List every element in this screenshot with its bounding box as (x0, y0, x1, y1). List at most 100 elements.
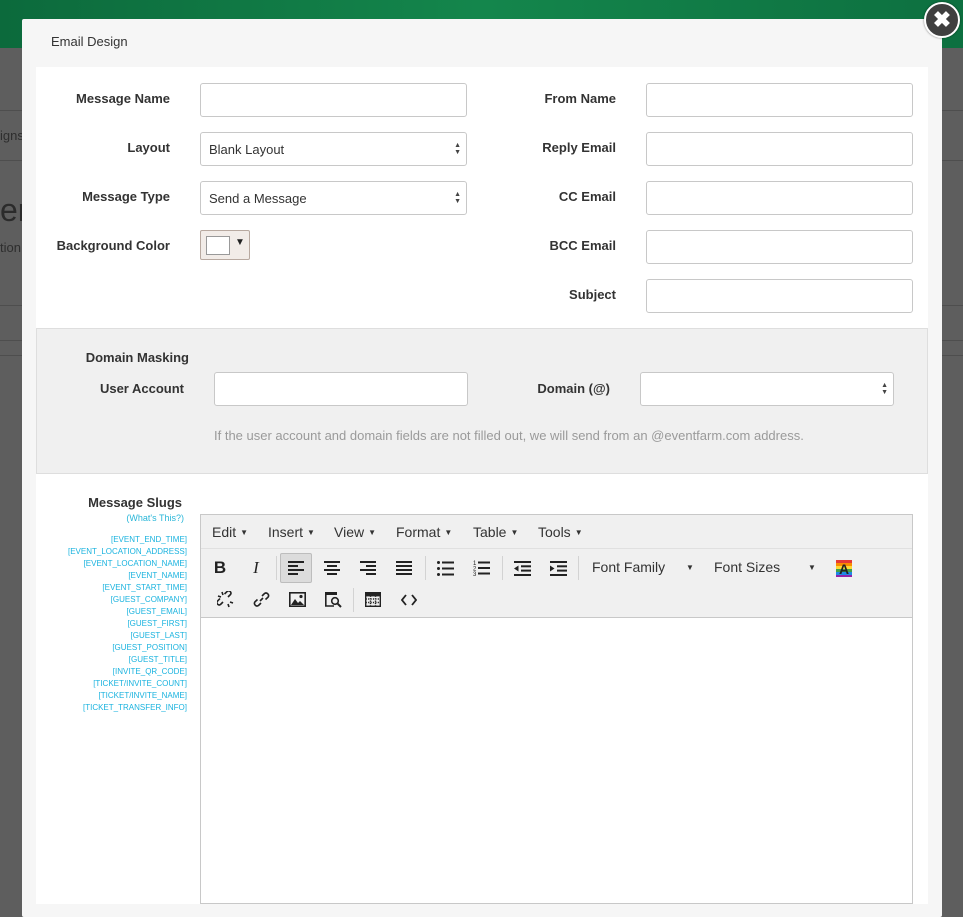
whats-this-link[interactable]: (What's This?) (36, 513, 184, 523)
align-justify-icon (396, 561, 412, 575)
message-name-label: Message Name (76, 91, 170, 106)
caret-down-icon: ▼ (307, 528, 315, 537)
slug-link[interactable]: [INVITE_QR_CODE] (36, 666, 187, 678)
italic-button[interactable]: I (240, 553, 272, 583)
menu-format[interactable]: Format ▼ (396, 524, 452, 540)
slug-link[interactable]: [GUEST_COMPANY] (36, 594, 187, 606)
toolbar-separator (578, 556, 579, 580)
caret-down-icon: ▼ (574, 528, 583, 537)
align-center-button[interactable] (316, 553, 348, 583)
align-left-button[interactable] (280, 553, 312, 583)
slug-link[interactable]: [GUEST_TITLE] (36, 654, 187, 666)
image-icon (288, 592, 306, 607)
slug-link[interactable]: [EVENT_START_TIME] (36, 582, 187, 594)
slug-link[interactable]: [EVENT_END_TIME] (36, 534, 187, 546)
insert-table-button[interactable] (357, 585, 389, 615)
outdent-button[interactable] (506, 553, 538, 583)
link-button[interactable] (245, 585, 277, 615)
align-justify-button[interactable] (388, 553, 420, 583)
subject-input[interactable] (646, 279, 913, 313)
reply-email-label: Reply Email (542, 140, 616, 155)
align-center-icon (324, 561, 340, 575)
cc-email-label: CC Email (558, 189, 616, 204)
caret-down-icon: ▼ (235, 237, 245, 248)
slug-link[interactable]: [TICKET/INVITE_NAME] (36, 690, 187, 702)
layout-select[interactable]: Blank Layout ▲ ▼ (200, 132, 467, 166)
menu-table[interactable]: Table ▼ (473, 524, 518, 540)
caret-down-icon: ▼ (808, 563, 816, 572)
message-body-panel: Message Slugs (What's This?) [EVENT_END_… (36, 474, 928, 904)
slug-link[interactable]: [GUEST_FIRST] (36, 618, 187, 630)
code-icon (401, 594, 417, 606)
caret-down-icon: ▼ (368, 528, 377, 537)
background-color-label: Background Color (56, 238, 170, 253)
font-sizes-select[interactable]: Font Sizes ▼ (714, 559, 824, 575)
email-design-modal: Email Design Message Name Layout Blank L… (22, 19, 942, 917)
unlink-button[interactable] (209, 585, 241, 615)
slug-link[interactable]: [TICKET_TRANSFER_INFO] (36, 702, 187, 714)
message-type-label: Message Type (82, 189, 170, 204)
svg-text:A: A (839, 561, 849, 577)
domain-masking-title: Domain Masking (85, 350, 189, 365)
close-modal-button[interactable]: ✖ (924, 2, 960, 38)
svg-text:3: 3 (473, 572, 477, 576)
slug-link[interactable]: [GUEST_POSITION] (36, 642, 187, 654)
caret-down-icon: ▼ (240, 528, 249, 537)
slug-link[interactable]: [EVENT_LOCATION_ADDRESS] (36, 546, 187, 558)
menu-insert[interactable]: Insert ▼ (268, 524, 315, 540)
numbered-list-icon: 123 (473, 561, 490, 576)
toolbar-separator (502, 556, 503, 580)
bcc-email-input[interactable] (646, 230, 913, 264)
menu-table-label: Table (473, 524, 507, 540)
cc-email-input[interactable] (646, 181, 913, 215)
message-type-select[interactable]: Send a Message ▲ ▼ (200, 181, 467, 215)
editor-content-area[interactable] (201, 619, 912, 903)
user-account-label: User Account (99, 381, 184, 396)
source-code-button[interactable] (393, 585, 425, 615)
font-family-select[interactable]: Font Family ▼ (592, 559, 702, 575)
slug-link[interactable]: [EVENT_LOCATION_NAME] (36, 558, 187, 570)
domain-masking-hint: If the user account and domain fields ar… (214, 428, 804, 443)
slug-link[interactable]: [EVENT_NAME] (36, 570, 187, 582)
menu-edit-label: Edit (212, 524, 237, 540)
email-settings-panel: Message Name Layout Blank Layout ▲ ▼ Mess… (36, 67, 928, 328)
background-color-picker[interactable]: ▼ (200, 230, 250, 260)
domain-select[interactable]: ▲ ▼ (640, 372, 894, 406)
layout-label: Layout (127, 140, 170, 155)
slug-link[interactable]: [GUEST_EMAIL] (36, 606, 187, 618)
close-icon: ✖ (932, 7, 952, 32)
menu-view[interactable]: View ▼ (334, 524, 376, 540)
slug-link[interactable]: [TICKET/INVITE_COUNT] (36, 678, 187, 690)
table-icon (365, 592, 381, 607)
preview-icon (324, 592, 342, 608)
indent-button[interactable] (542, 553, 574, 583)
numbered-list-button[interactable]: 123 (465, 553, 497, 583)
insert-image-button[interactable] (281, 585, 313, 615)
message-name-input[interactable] (200, 83, 467, 117)
select-arrows-icon: ▲ ▼ (881, 382, 888, 396)
bullet-list-icon (436, 561, 454, 576)
user-account-input[interactable] (214, 372, 468, 406)
slug-link[interactable]: [GUEST_LAST] (36, 630, 187, 642)
menu-insert-label: Insert (268, 524, 304, 540)
bold-button[interactable]: B (204, 553, 236, 583)
menu-tools[interactable]: Tools ▼ (538, 524, 583, 540)
caret-down-icon: ▼ (444, 528, 453, 537)
domain-masking-panel: Domain Masking User Account Domain (@) ▲… (36, 328, 928, 474)
unlink-icon (216, 591, 233, 608)
toolbar-separator (276, 556, 277, 580)
toolbar-separator (353, 588, 354, 612)
bullet-list-button[interactable] (429, 553, 461, 583)
preview-button[interactable] (317, 585, 349, 615)
from-name-input[interactable] (646, 83, 913, 117)
subject-label: Subject (569, 287, 616, 302)
align-right-button[interactable] (352, 553, 384, 583)
modal-title: Email Design (51, 34, 128, 49)
reply-email-input[interactable] (646, 132, 913, 166)
align-left-icon (288, 561, 304, 575)
text-color-button[interactable]: A (828, 553, 860, 583)
editor-toolbar: B I 123 Font Family ▼ Font Sizes ▼ A (201, 549, 912, 618)
menu-edit[interactable]: Edit ▼ (212, 524, 248, 540)
slug-list: [EVENT_END_TIME] [EVENT_LOCATION_ADDRESS]… (36, 534, 187, 714)
menu-view-label: View (334, 524, 365, 540)
